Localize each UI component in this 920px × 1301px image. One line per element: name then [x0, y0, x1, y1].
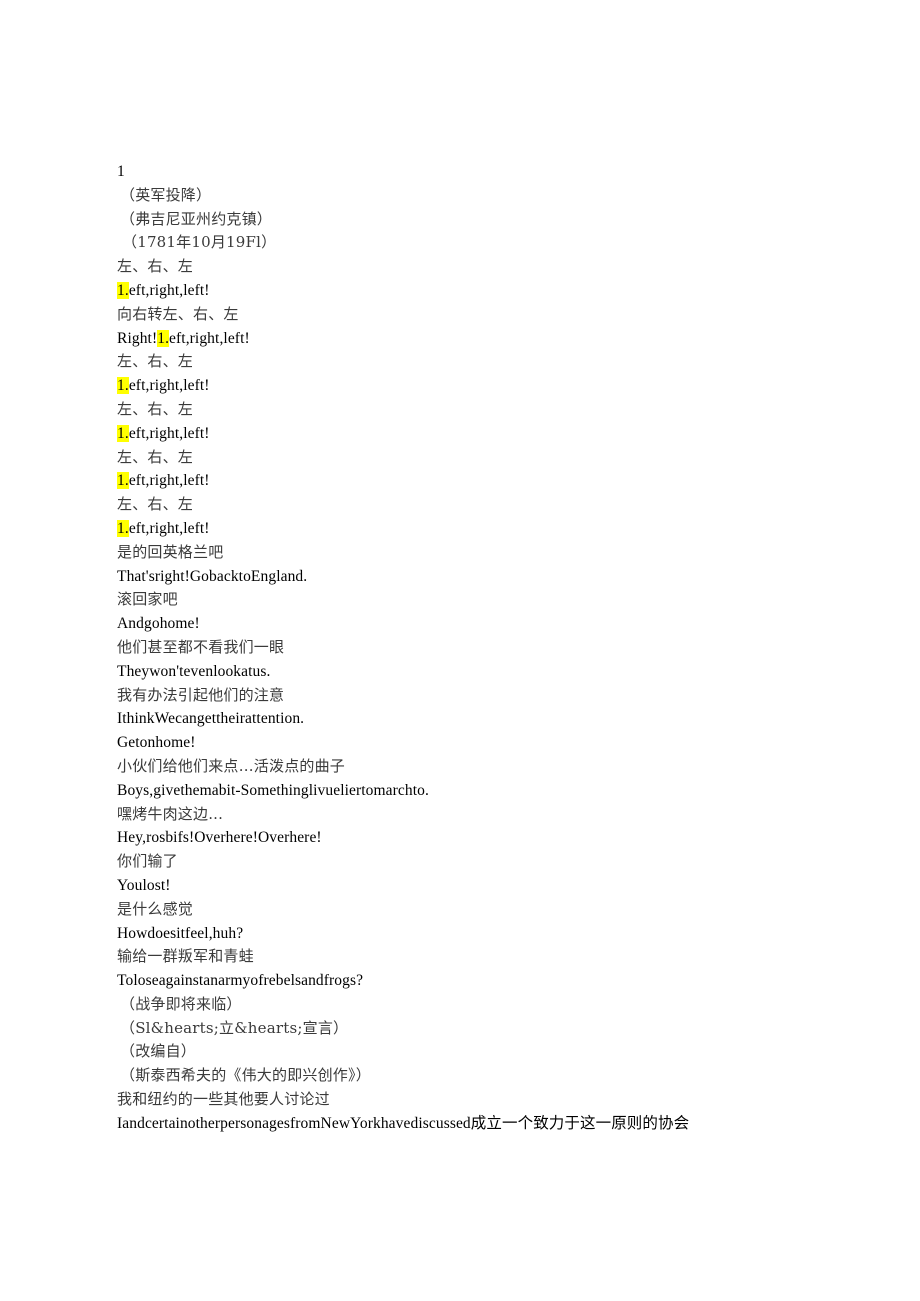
dialogue-en-2: Andgohome! [117, 615, 200, 633]
dialogue-zh-6: 嘿烤牛肉这边... [117, 804, 224, 823]
dialogue-zh-8: 是什么感觉 [117, 899, 194, 918]
closing-mixed: IandcertainotherpersonagesfromNewYorkhav… [117, 1114, 690, 1132]
cadence-en-2: Right!1.eft,right,left! [117, 327, 877, 351]
dialogue-zh-1: 是的回英格兰吧 [117, 542, 224, 561]
dialogue-en-10: Toloseagainstanarmyofrebelsandfrogs? [117, 972, 364, 990]
page-number: 1 [117, 163, 125, 180]
closing-zh: 我和纽约的一些其他要人讨论过 [117, 1090, 330, 1109]
dialogue-zh-4: 我有办法引起他们的注意 [117, 685, 285, 704]
cadence-en-5: 1.eft,right,left! [117, 469, 877, 493]
cadence-zh-1: 左、右、左 [117, 257, 194, 276]
dialogue-en-5: Getonhome! [117, 734, 196, 752]
cadence-en-1-highlight: 1. [117, 281, 129, 299]
scene-date: （1781年10月19Fl） [122, 233, 277, 252]
cadence-en-4-highlight: 1. [117, 424, 129, 442]
cadence-en-6: 1.eft,right,left! [117, 517, 877, 541]
stage-note-4: （斯泰西希夫的《伟大的即兴创作》） [120, 1066, 371, 1085]
cadence-zh-4: 左、右、左 [117, 399, 194, 418]
dialogue-en-1: That'sright!GobacktoEngland. [117, 567, 308, 585]
stage-note-2: （Sl&hearts;立&hearts;宣言） [120, 1018, 349, 1037]
cadence-zh-5: 左、右、左 [117, 447, 194, 466]
dialogue-en-3: Theywon'tevenlookatus. [117, 662, 271, 680]
cadence-en-5-highlight: 1. [117, 472, 129, 490]
cadence-en-1: 1.eft,right,left! [117, 279, 877, 303]
cadence-zh-3: 左、右、左 [117, 352, 194, 371]
scene-heading-2: （弗吉尼亚州约克镇） [120, 209, 273, 228]
stage-note-3: （改编自） [120, 1042, 197, 1061]
scene-heading-1: （英军投降） [120, 185, 212, 204]
dialogue-en-7: Hey,rosbifs!Overhere!Overhere! [117, 829, 322, 847]
transcript-body: 1 （英军投降） （弗吉尼亚州约克镇） （1781年10月19Fl） 左、右、左 1.ef… [117, 160, 877, 1136]
dialogue-en-9: Howdoesitfeel,huh? [117, 924, 244, 942]
stage-note-1: （战争即将来临） [120, 994, 242, 1013]
cadence-zh-2: 向右转左、右、左 [117, 304, 239, 323]
dialogue-zh-7: 你们输了 [117, 852, 178, 871]
cadence-en-2-post: eft,right,left! [169, 329, 250, 347]
cadence-en-2-highlight: 1. [157, 329, 170, 347]
cadence-en-3-highlight: 1. [117, 377, 129, 395]
dialogue-zh-5: 小伙们给他们来点…活泼点的曲子 [117, 756, 346, 775]
cadence-en-3-post: eft,right,left! [128, 377, 210, 395]
cadence-en-4-post: eft,right,left! [128, 424, 210, 442]
dialogue-en-4: IthinkWecangettheirattention. [117, 710, 305, 728]
dialogue-en-6: Boys,givethemabit-Somethinglivueliertoma… [117, 781, 429, 799]
cadence-en-3: 1.eft,right,left! [117, 374, 877, 398]
cadence-en-6-post: eft,right,left! [128, 519, 210, 537]
cadence-en-6-highlight: 1. [117, 519, 129, 537]
cadence-en-1-post: eft,right,left! [128, 281, 210, 299]
dialogue-en-8: Youlost! [117, 876, 171, 894]
dialogue-zh-3: 他们甚至都不看我们一眼 [117, 637, 285, 656]
document-page: 1 （英军投降） （弗吉尼亚州约克镇） （1781年10月19Fl） 左、右、左 1.ef… [0, 0, 920, 1301]
dialogue-zh-9: 输给一群叛军和青蛙 [117, 947, 254, 966]
dialogue-zh-2: 滚回家吧 [117, 590, 178, 609]
cadence-en-5-post: eft,right,left! [128, 472, 210, 490]
cadence-zh-6: 左、右、左 [117, 495, 194, 514]
cadence-en-4: 1.eft,right,left! [117, 422, 877, 446]
cadence-en-2-pre: Right! [117, 329, 158, 347]
